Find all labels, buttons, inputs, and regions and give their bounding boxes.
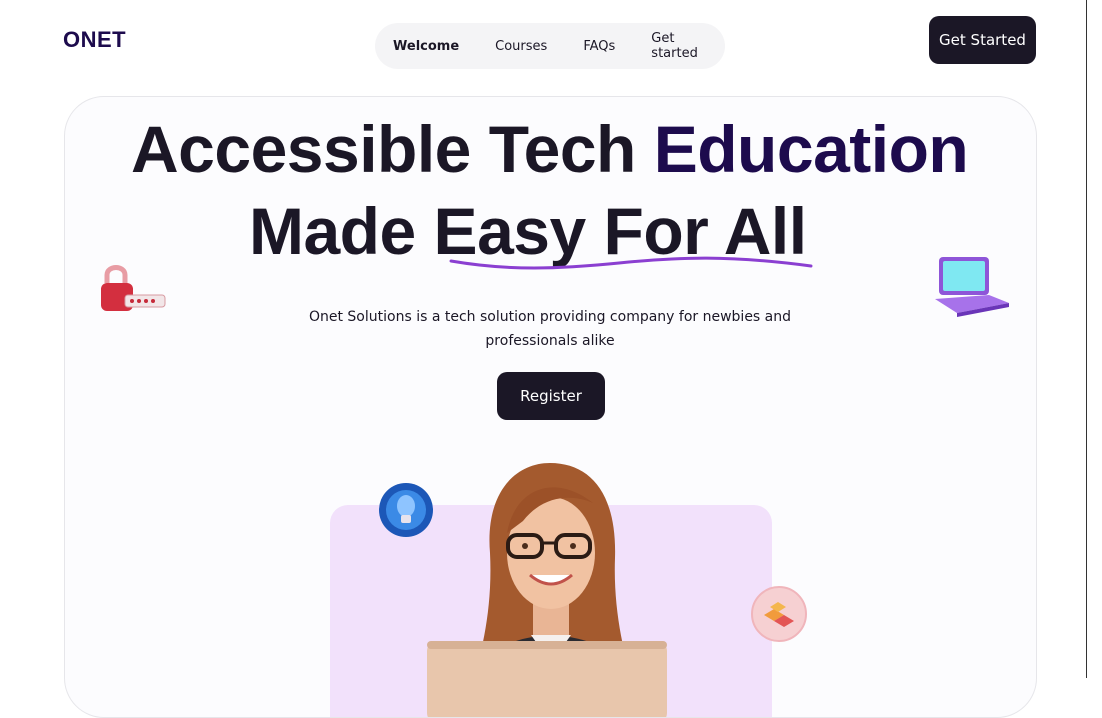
laptop-icon: [935, 257, 1009, 317]
woman-photo: [427, 463, 667, 717]
nav-courses[interactable]: Courses: [477, 39, 565, 54]
nav-welcome[interactable]: Welcome: [375, 39, 477, 54]
scrollbar-track[interactable]: [1086, 0, 1102, 678]
hero-description: Onet Solutions is a tech solution provid…: [308, 309, 792, 349]
hero-title-line-1: Accessible Tech Education: [131, 111, 1036, 187]
get-started-button[interactable]: Get Started: [929, 16, 1036, 64]
brand-logo[interactable]: ONET: [63, 27, 126, 53]
hero-title-accent: Education: [653, 112, 969, 186]
nav-faqs[interactable]: FAQs: [565, 39, 633, 54]
blocks-badge-icon: [751, 586, 807, 642]
hero-card: Accessible Tech Education Made Easy For …: [64, 96, 1037, 718]
main-nav: Welcome Courses FAQs Get started: [375, 23, 725, 69]
squiggle-underline: [449, 256, 813, 270]
nav-get-started[interactable]: Get started: [633, 31, 725, 61]
lightbulb-badge-icon: [379, 483, 433, 537]
padlock-password-icon: [101, 265, 166, 311]
hero-title-part2: Made: [249, 194, 434, 268]
hero-title-part1: Accessible Tech: [131, 112, 654, 186]
register-button[interactable]: Register: [497, 372, 605, 420]
